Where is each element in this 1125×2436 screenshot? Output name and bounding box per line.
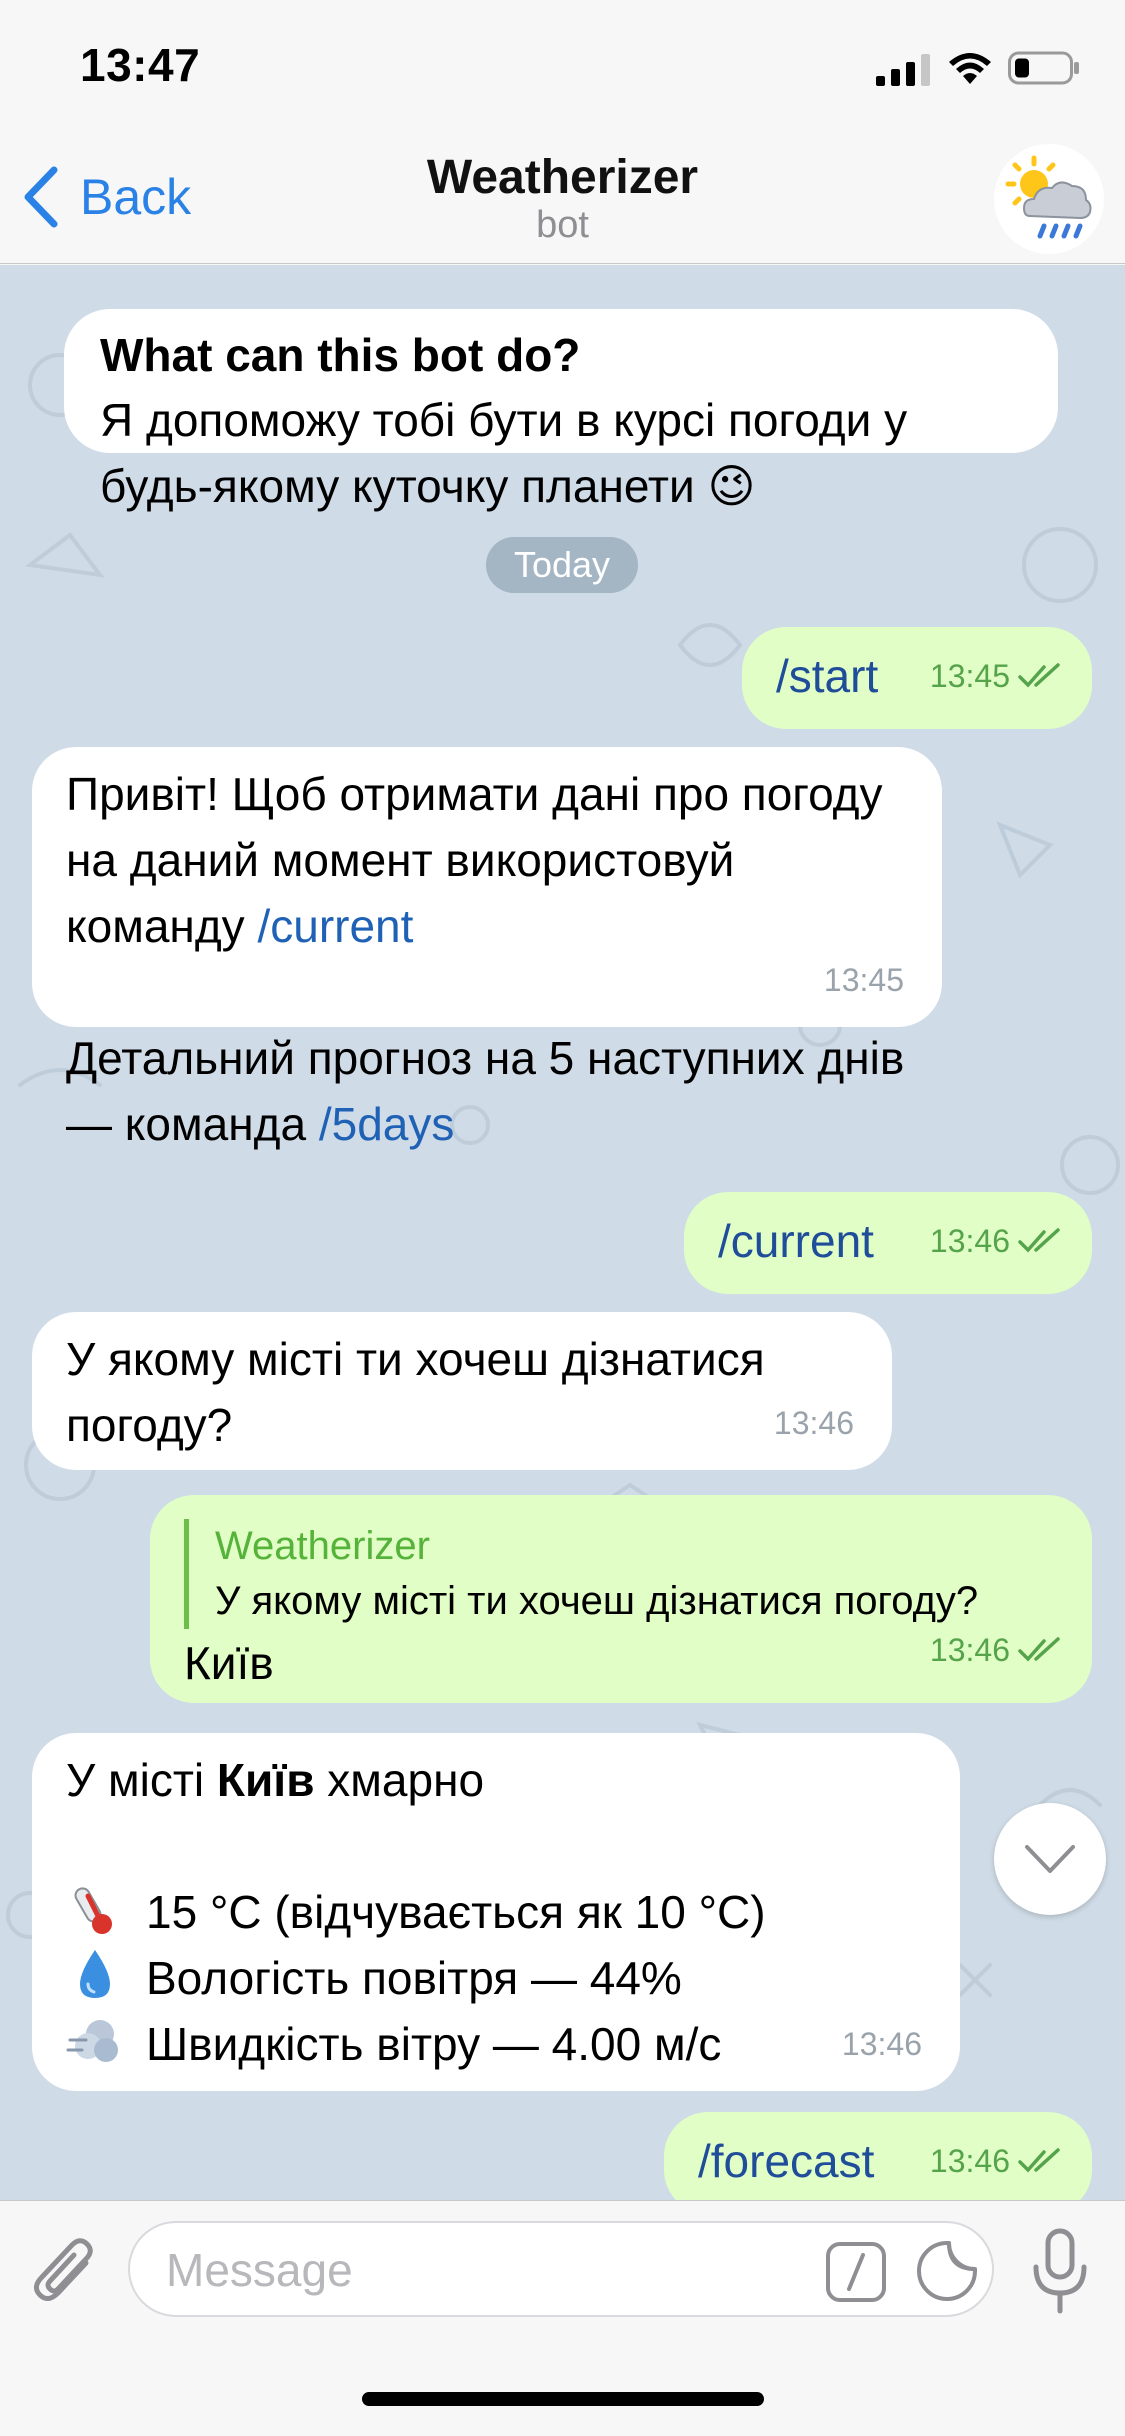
message-meta: 13:45 — [930, 643, 1062, 709]
reply-author: Weatherizer — [215, 1524, 430, 1568]
message-input[interactable] — [166, 2241, 726, 2299]
outgoing-message[interactable]: /forecast 13:46 — [664, 2112, 1092, 2200]
double-check-icon — [1018, 1228, 1060, 1253]
message-meta: 13:46 — [930, 1208, 1062, 1274]
double-check-icon — [1018, 2148, 1060, 2173]
message-meta: 13:46 — [930, 1617, 1062, 1683]
message-text: Привіт! Щоб отримати дані про погоду на … — [66, 768, 896, 952]
bot-description-card: What can this bot do? Я допоможу тобі бу… — [64, 309, 1058, 512]
humidity-line: Вологість повітря — 44% — [66, 1945, 926, 2011]
chevron-down-icon — [1025, 1845, 1075, 1873]
message-time: 13:46 — [773, 1405, 854, 1441]
temperature-line: 15 °C (відчувається як 10 °C) — [66, 1879, 926, 1945]
wind-line: Швидкість вітру — 4.00 м/с — [66, 2011, 926, 2077]
weather-sun-cloud-rain-icon — [1005, 155, 1092, 239]
scroll-to-bottom-button[interactable] — [994, 1803, 1106, 1915]
bot-description-text: Я допоможу тобі бути в курсі погоди у бу… — [100, 394, 920, 512]
message-text-2: Детальний прогноз на 5 наступних днів — … — [66, 1032, 918, 1150]
double-check-icon — [1018, 1637, 1060, 1662]
message-time: 13:46 — [929, 1223, 1010, 1259]
message-text: У якому місті ти хочеш дізнатися погоду? — [66, 1333, 778, 1451]
command-link-current[interactable]: /current — [257, 900, 413, 952]
incoming-message[interactable]: Привіт! Щоб отримати дані про погоду на … — [32, 747, 942, 1150]
bot-commands-icon[interactable] — [825, 2241, 887, 2303]
message-time: 13:46 — [929, 1632, 1010, 1668]
status-bar: 13:47 — [0, 0, 1125, 132]
paperclip-icon[interactable] — [30, 2233, 100, 2315]
home-indicator[interactable] — [362, 2392, 764, 2406]
message-time: 13:45 — [929, 658, 1010, 694]
weather-summary: У місті Київ хмарно — [66, 1754, 485, 1806]
incoming-message[interactable]: У якому місті ти хочеш дізнатися погоду?… — [32, 1312, 892, 1470]
bot-avatar[interactable] — [994, 144, 1104, 254]
message-field[interactable] — [128, 2221, 994, 2317]
sticker-icon[interactable] — [915, 2239, 979, 2303]
city-name: Київ — [216, 1754, 315, 1806]
outgoing-reply-message[interactable]: Weatherizer У якому місті ти хочеш дізна… — [150, 1495, 1092, 1703]
thermometer-icon — [74, 1887, 112, 1934]
chat-title[interactable]: Weatherizer — [0, 150, 1125, 205]
wind-icon — [66, 2020, 118, 2062]
message-time: 13:45 — [823, 962, 904, 998]
droplet-icon — [80, 1950, 110, 1998]
message-time: 13:46 — [929, 2143, 1010, 2179]
message-meta: 13:46 — [930, 2128, 1062, 2194]
chat-subtitle: bot — [536, 204, 589, 246]
message-time: 13:46 — [841, 2026, 922, 2062]
outgoing-message[interactable]: /current 13:46 — [684, 1192, 1092, 1294]
cellular-signal-icon — [876, 54, 930, 86]
message-text[interactable]: /start — [776, 650, 878, 702]
outgoing-message[interactable]: /start 13:45 — [742, 627, 1092, 729]
reply-quote[interactable]: Weatherizer У якому місті ти хочеш дізна… — [184, 1519, 1058, 1629]
chat-header: Back Weatherizer bot — [0, 132, 1125, 264]
bot-description-title: What can this bot do? — [100, 329, 581, 381]
status-time: 13:47 — [80, 39, 201, 91]
double-check-icon — [1018, 663, 1060, 688]
microphone-icon[interactable] — [1030, 2227, 1090, 2319]
message-text[interactable]: /forecast — [698, 2135, 874, 2187]
chat-history[interactable]: What can this bot do? Я допоможу тобі бу… — [0, 265, 1125, 2200]
message-text: Київ — [184, 1637, 274, 1689]
command-link-5days[interactable]: /5days — [319, 1098, 455, 1150]
date-separator: Today — [486, 537, 638, 593]
incoming-weather-message[interactable]: У місті Київ хмарно 15 °C (відчувається … — [32, 1733, 960, 2091]
message-text[interactable]: /current — [718, 1215, 874, 1267]
wifi-icon — [949, 53, 991, 84]
battery-icon — [1008, 51, 1079, 85]
